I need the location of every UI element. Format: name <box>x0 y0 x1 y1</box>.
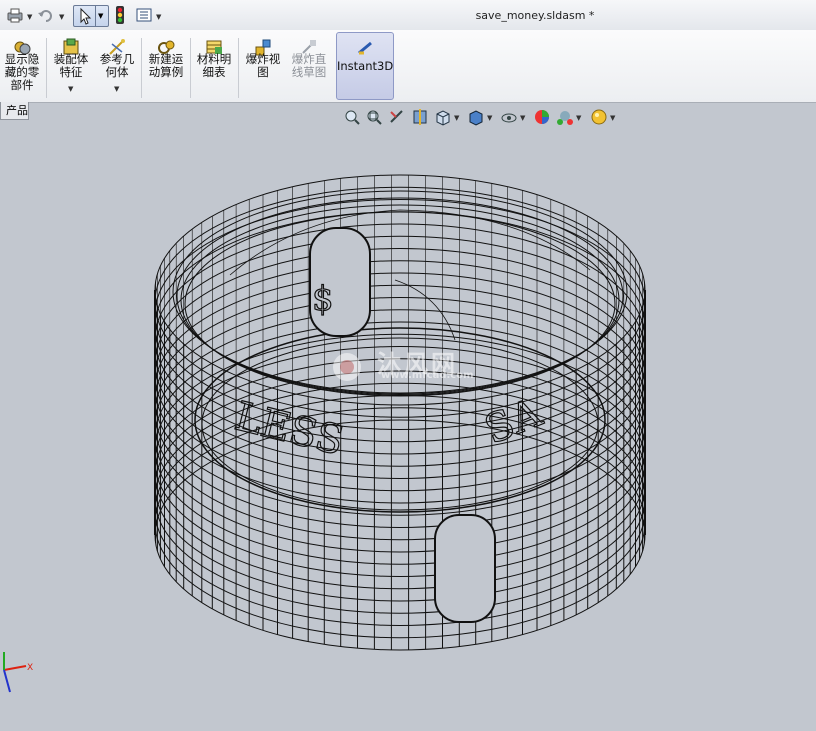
window-title: save_money.sldasm * <box>475 9 595 22</box>
dropdown-arrow[interactable]: ▼ <box>114 83 119 96</box>
zoom-to-fit-icon[interactable] <box>343 108 361 126</box>
ribbon-label: 材料明 细表 <box>196 52 232 79</box>
hide-show-items-icon[interactable] <box>500 108 518 126</box>
hide-show-dropdown[interactable]: ▼ <box>520 114 525 122</box>
new-motion-study-button[interactable]: 新建运 动算例 <box>144 32 188 100</box>
coordinate-triad: X <box>3 652 33 693</box>
watermark: 沐风网 www.mfcad.com <box>325 345 495 385</box>
reference-geometry-button[interactable]: 参考几 何体 ▼ <box>95 32 139 100</box>
explode-line-sketch-button[interactable]: 爆炸直 线草图 <box>287 32 331 100</box>
ribbon-label: Instant3D <box>337 59 394 73</box>
edit-appearance-icon[interactable] <box>533 108 551 126</box>
view-orientation-dropdown[interactable]: ▼ <box>454 114 459 122</box>
watermark-logo-icon <box>333 353 361 381</box>
coin-slot-front <box>434 514 496 623</box>
apply-scene-dropdown[interactable]: ▼ <box>576 114 581 122</box>
assembly-features-button[interactable]: 装配体 特征 ▼ <box>49 32 93 100</box>
title-bar: ▼ ▼ ▼ ▼ save_money.sldasm * <box>0 0 816 31</box>
zoom-to-area-icon[interactable] <box>365 108 383 126</box>
display-style-dropdown[interactable]: ▼ <box>487 114 492 122</box>
exploded-view-button[interactable]: 爆炸视 图 <box>241 32 285 100</box>
instant3d-button[interactable]: Instant3D <box>336 32 394 100</box>
ribbon-label: 参考几 何体 <box>99 52 135 79</box>
dollar-symbol: $ <box>312 279 334 319</box>
apply-scene-icon[interactable] <box>556 108 574 126</box>
dropdown-arrow[interactable]: ▼ <box>68 83 73 96</box>
view-settings-icon[interactable] <box>590 108 608 126</box>
ribbon-label: 装配体 特征 <box>53 52 89 79</box>
ribbon-label: 显示隐 藏的零 部件 <box>4 52 40 92</box>
ribbon-label: 爆炸视 图 <box>245 52 281 79</box>
view-settings-dropdown[interactable]: ▼ <box>610 114 615 122</box>
previous-view-icon[interactable] <box>388 108 406 126</box>
triad-x-label: X <box>27 663 33 673</box>
bill-of-materials-button[interactable]: 材料明 细表 <box>193 32 235 100</box>
view-orientation-icon[interactable] <box>434 108 452 126</box>
tab-assembly[interactable]: 产品 <box>0 102 29 120</box>
show-hidden-components-button[interactable]: 显示隐 藏的零 部件 <box>0 32 44 100</box>
command-manager-ribbon: 显示隐 藏的零 部件 装配体 特征 ▼ 参考几 何体 ▼ 新建运 动算例 材料明… <box>0 30 816 103</box>
section-view-icon[interactable] <box>411 108 429 126</box>
watermark-url: www.mfcad.com <box>381 370 474 381</box>
ribbon-label: 新建运 动算例 <box>148 52 184 79</box>
display-style-icon[interactable] <box>467 108 485 126</box>
instant3d-icon <box>358 41 372 55</box>
ribbon-label: 爆炸直 线草图 <box>291 52 327 79</box>
